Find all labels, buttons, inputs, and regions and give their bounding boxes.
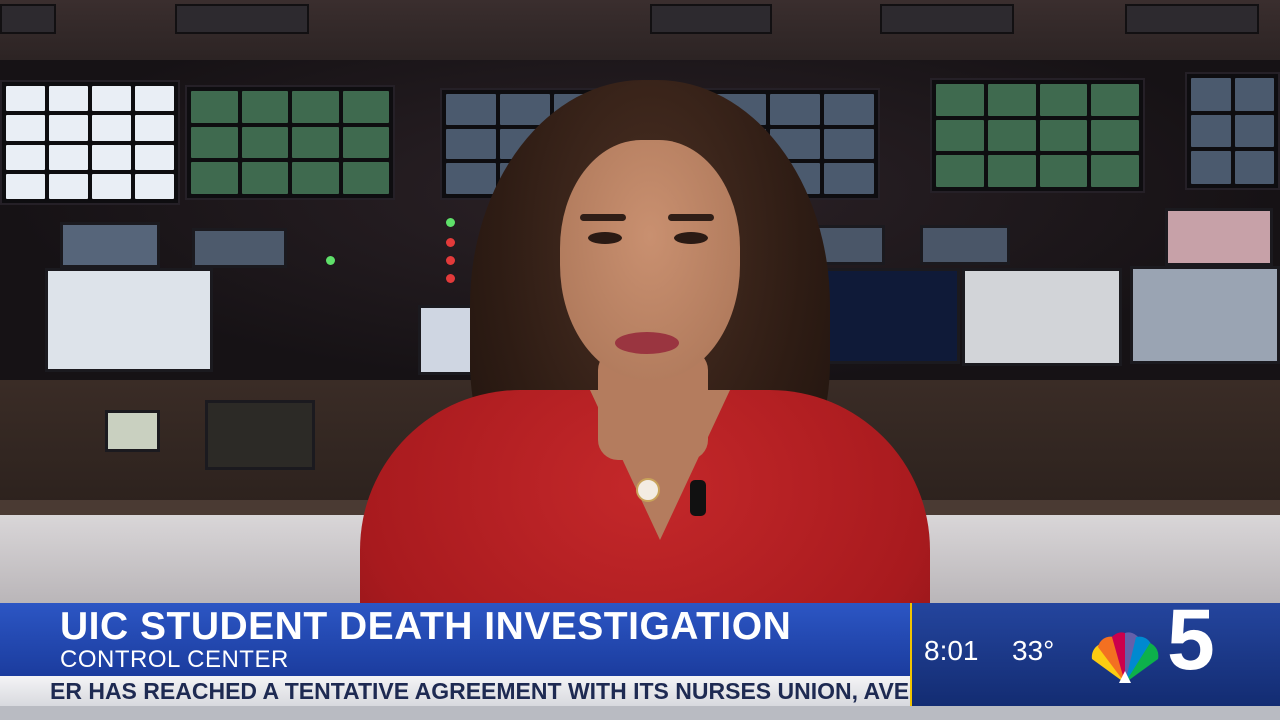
shirt-collar — [590, 390, 730, 540]
indicator-light — [446, 218, 455, 227]
ticker-text: ER HAS REACHED A TENTATIVE AGREEMENT WIT… — [50, 678, 910, 704]
ceiling-monitor — [0, 4, 56, 34]
temperature: 33° — [1012, 635, 1055, 666]
eye — [674, 232, 708, 244]
console-panel — [205, 400, 315, 470]
lapel-microphone — [690, 480, 706, 516]
info-box-base — [910, 706, 1280, 720]
monitor-wall — [185, 85, 395, 200]
eyebrow — [580, 214, 626, 221]
desk-monitor — [105, 410, 160, 452]
mouth — [615, 332, 679, 354]
news-ticker: ER HAS REACHED A TENTATIVE AGREEMENT WIT… — [0, 676, 910, 706]
story-headline: UIC STUDENT DEATH INVESTIGATION — [60, 605, 792, 648]
desk-monitor — [60, 222, 160, 268]
story-subhead: CONTROL CENTER — [60, 646, 289, 673]
headline-bar: UIC STUDENT DEATH INVESTIGATION CONTROL … — [0, 603, 910, 676]
monitor-wall — [1185, 72, 1280, 190]
lower-third: UIC STUDENT DEATH INVESTIGATION CONTROL … — [0, 597, 1280, 720]
desk-monitor — [418, 305, 473, 375]
nbc-peacock-icon — [1091, 632, 1159, 683]
indicator-light — [446, 274, 455, 283]
monitor-wall — [0, 80, 180, 205]
desk-monitor — [920, 225, 1010, 265]
necklace-pendant — [636, 478, 660, 502]
indicator-light — [446, 256, 455, 265]
ceiling-monitor — [175, 4, 309, 34]
eye — [588, 232, 622, 244]
channel-number: 5 — [1167, 592, 1215, 688]
ceiling-monitor — [880, 4, 1014, 34]
clock: 8:01 — [924, 635, 979, 666]
eyebrow — [668, 214, 714, 221]
desk-monitor — [1165, 208, 1273, 266]
monitor-wall — [930, 78, 1145, 193]
desk-monitor — [1130, 266, 1280, 364]
desk-monitor — [45, 268, 213, 372]
desk-monitor — [192, 228, 287, 268]
ceiling-monitor — [650, 4, 772, 34]
station-info-box: 8:01 33° 5 — [910, 597, 1280, 706]
desk-monitor — [810, 268, 960, 364]
ticker-base — [0, 706, 910, 720]
desk-monitor — [962, 268, 1122, 366]
ceiling-monitor — [1125, 4, 1259, 34]
indicator-light — [446, 238, 455, 247]
indicator-light — [326, 256, 335, 265]
